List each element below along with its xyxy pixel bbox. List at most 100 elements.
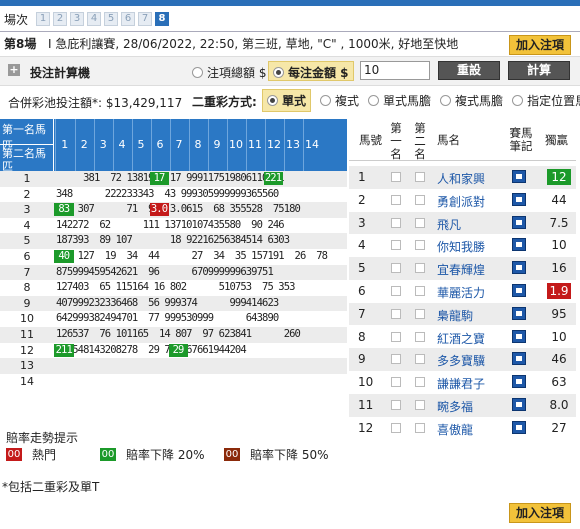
horse-name-link[interactable]: 勇創派對 xyxy=(437,193,485,210)
first-place-checkbox[interactable] xyxy=(391,354,401,365)
matrix-row-cells[interactable]: 126537 76 101165 14 807 97 623841 260 xyxy=(56,327,301,343)
odds-highlight-green[interactable]: 17 xyxy=(149,172,169,185)
first-place-checkbox[interactable] xyxy=(391,400,401,410)
reset-button[interactable]: 重設 xyxy=(438,61,500,80)
option-total-label: 注項總額 $ xyxy=(207,66,267,80)
expand-plus-icon[interactable]: + xyxy=(8,64,20,76)
first-place-checkbox[interactable] xyxy=(391,194,401,205)
first-place-checkbox[interactable] xyxy=(391,331,401,342)
second-place-checkbox[interactable] xyxy=(415,217,425,228)
radio-icon[interactable] xyxy=(192,67,203,78)
matrix-row-cells[interactable]: 348 222233343 43 999305999999365560 xyxy=(56,187,279,203)
radio-selected-icon[interactable] xyxy=(273,67,284,78)
add-to-slip-button-bottom[interactable]: 加入注項 xyxy=(509,503,571,523)
radio-icon[interactable] xyxy=(440,95,452,106)
first-place-checkbox[interactable] xyxy=(391,422,401,433)
first-place-checkbox[interactable] xyxy=(391,217,401,228)
odds-highlight-red[interactable]: 3.0 xyxy=(149,203,169,217)
race-tab-7[interactable]: 7 xyxy=(138,12,153,26)
matrix-row-cells[interactable]: 40 127 19 34 44 27 34 35 157191 26 78 xyxy=(56,249,328,265)
quinella-option-0[interactable]: 單式 xyxy=(262,89,312,112)
option-unit-amount[interactable]: 每注金額 $ xyxy=(268,61,354,81)
odds-highlight-green[interactable]: 211 xyxy=(54,343,74,357)
amount-input[interactable]: 10 xyxy=(360,61,430,80)
race-notes-icon[interactable] xyxy=(512,306,526,320)
first-place-checkbox[interactable] xyxy=(391,172,401,182)
race-notes-icon[interactable] xyxy=(512,170,526,183)
second-place-checkbox[interactable] xyxy=(415,422,425,433)
odds-highlight-green[interactable]: 83 xyxy=(54,203,74,217)
horse-name-link[interactable]: 謙謙君子 xyxy=(437,375,485,392)
horse-name-link[interactable]: 畹多福 xyxy=(437,398,473,415)
horse-name-link[interactable]: 你知我勝 xyxy=(437,238,485,255)
horse-table-header: 馬號 第一名 第二名 馬名 賽馬筆記 獨贏 xyxy=(349,119,576,161)
horse-name-link[interactable]: 華麗活力 xyxy=(437,284,485,301)
first-place-checkbox[interactable] xyxy=(391,377,401,388)
footnote: *包括二重彩及單T xyxy=(2,480,100,494)
quinella-option-2[interactable]: 單式馬膽 xyxy=(368,92,431,109)
first-place-checkbox[interactable] xyxy=(391,263,401,274)
matrix-row-cells[interactable]: 127403 65 115164 16 802 510753 75 353 xyxy=(56,280,295,296)
radio-icon[interactable] xyxy=(512,95,524,106)
first-place-checkbox[interactable] xyxy=(391,240,401,251)
odds-highlight-green[interactable]: 29 xyxy=(168,343,188,357)
quinella-option-3[interactable]: 複式馬膽 xyxy=(440,92,503,109)
horse-name-link[interactable]: 多多寶驥 xyxy=(437,352,485,369)
calculate-button[interactable]: 計算 xyxy=(508,61,570,80)
second-place-checkbox[interactable] xyxy=(415,286,425,296)
race-tab-6[interactable]: 6 xyxy=(121,12,136,26)
race-notes-icon[interactable] xyxy=(512,420,526,434)
second-place-checkbox[interactable] xyxy=(415,377,425,388)
first-place-checkbox[interactable] xyxy=(391,286,401,296)
second-place-checkbox[interactable] xyxy=(415,194,425,205)
add-to-slip-button[interactable]: 加入注項 xyxy=(509,35,571,55)
race-notes-icon[interactable] xyxy=(512,261,526,275)
horse-name-link[interactable]: 梟龍駒 xyxy=(437,307,473,324)
second-place-checkbox[interactable] xyxy=(415,331,425,342)
second-place-checkbox[interactable] xyxy=(415,172,425,182)
matrix-row-cells[interactable]: 187393 89 107 18 92216256384514 6303 xyxy=(56,233,290,249)
race-tab-4[interactable]: 4 xyxy=(87,12,102,26)
horse-name-link[interactable]: 喜傲龍 xyxy=(437,421,473,438)
race-notes-icon[interactable] xyxy=(512,192,526,206)
horse-name-link[interactable]: 宜春輝煌 xyxy=(437,261,485,278)
radio-icon[interactable] xyxy=(368,95,380,106)
second-place-checkbox[interactable] xyxy=(415,354,425,365)
odds-highlight-green[interactable]: 40 xyxy=(54,250,74,263)
quinella-option-1[interactable]: 複式 xyxy=(320,92,359,109)
first-place-checkbox[interactable] xyxy=(391,308,401,319)
matrix-row-cells[interactable]: 211548143208278 29 779267661944204 xyxy=(56,343,247,359)
race-notes-icon[interactable] xyxy=(512,215,526,229)
race-notes-icon[interactable] xyxy=(512,375,526,389)
race-tab-8[interactable]: 8 xyxy=(155,12,170,26)
matrix-row-cells[interactable]: 875999459542621 96 670999999639751 xyxy=(56,265,274,281)
quinella-option-4[interactable]: 指定位置馬膽 xyxy=(512,92,580,109)
odds-highlight-green[interactable]: 221 xyxy=(263,172,283,185)
win-odds: 7.5 xyxy=(549,215,569,230)
race-notes-icon[interactable] xyxy=(512,329,526,343)
horse-name-link[interactable]: 飛凡 xyxy=(437,216,461,233)
second-place-checkbox[interactable] xyxy=(415,400,425,410)
race-tab-2[interactable]: 2 xyxy=(53,12,68,26)
race-notes-icon[interactable] xyxy=(512,238,526,252)
race-notes-icon[interactable] xyxy=(512,352,526,366)
second-place-checkbox[interactable] xyxy=(415,240,425,251)
option-total-amount[interactable]: 注項總額 $ xyxy=(192,64,266,81)
race-tab-5[interactable]: 5 xyxy=(104,12,119,26)
matrix-row-label: 12 xyxy=(20,343,34,357)
matrix-row-cells[interactable]: 142272 62 111 13710107435580 90 246 xyxy=(56,218,285,234)
race-tab-3[interactable]: 3 xyxy=(70,12,85,26)
radio-icon[interactable] xyxy=(267,95,278,106)
matrix-row-cells[interactable]: 381 72 138192 17 999117519806110221 xyxy=(56,171,285,187)
race-notes-icon[interactable] xyxy=(512,398,526,411)
race-notes-icon[interactable] xyxy=(512,284,526,297)
horse-name-link[interactable]: 人和家興 xyxy=(437,170,485,187)
second-place-checkbox[interactable] xyxy=(415,263,425,274)
horse-name-link[interactable]: 紅酒之寶 xyxy=(437,330,485,347)
radio-icon[interactable] xyxy=(320,95,332,106)
matrix-row-cells[interactable]: 407999232336468 56 999374 999414623 xyxy=(56,296,279,312)
matrix-row-cells[interactable]: 83 307 71 96 3.0615 68 355528 75180 xyxy=(56,202,300,218)
race-tab-1[interactable]: 1 xyxy=(36,12,51,26)
matrix-row-cells[interactable]: 642999382494701 77 999530999 643890 xyxy=(56,311,279,327)
second-place-checkbox[interactable] xyxy=(415,308,425,319)
